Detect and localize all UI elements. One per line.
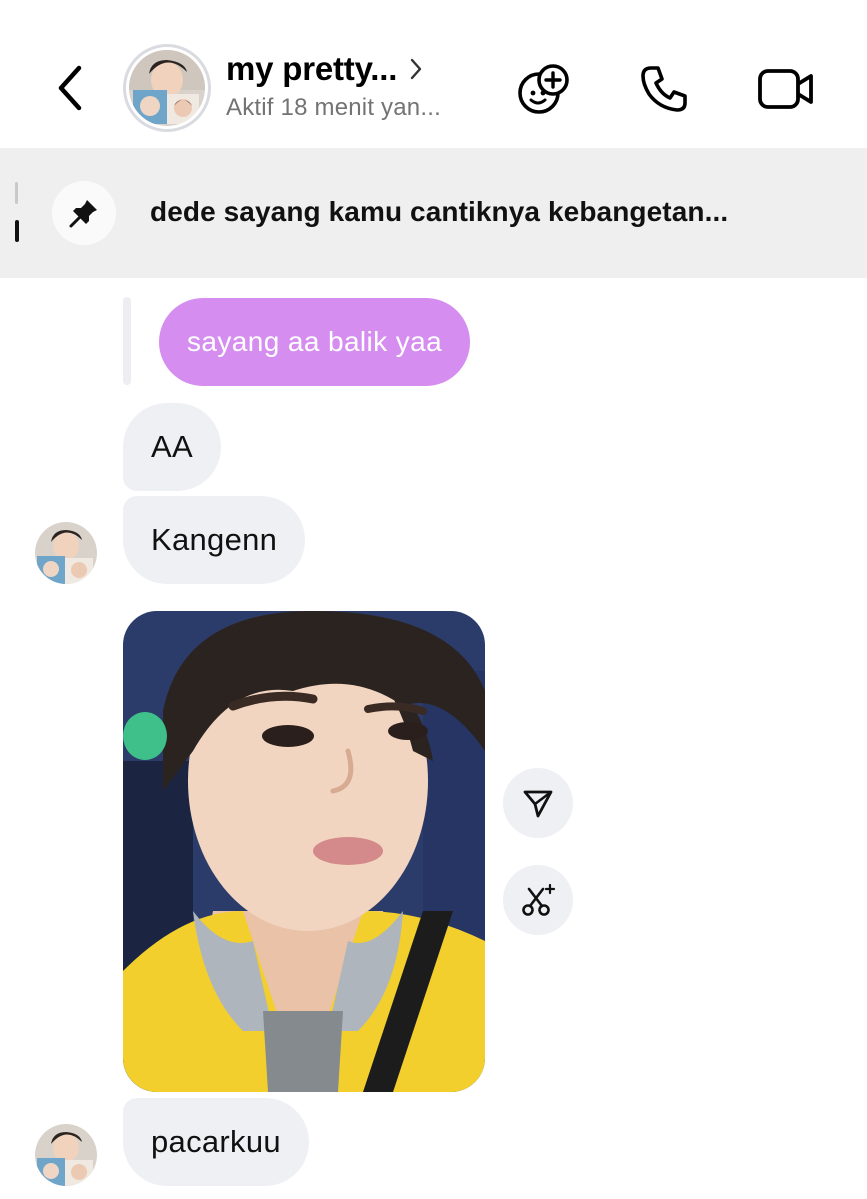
pinned-message-text: dede sayang kamu cantiknya kebangetan... [150, 196, 729, 227]
cutout-icon [522, 883, 556, 916]
photo-image [123, 611, 485, 1092]
sender-avatar[interactable] [35, 522, 97, 584]
back-chevron-icon [58, 65, 82, 111]
contact-name-link[interactable]: my pretty... [226, 50, 496, 88]
share-photo-button[interactable] [503, 768, 573, 838]
message-bubble[interactable]: AA [123, 403, 221, 491]
sender-avatar[interactable] [35, 1124, 97, 1186]
video-call-button[interactable] [756, 60, 816, 118]
phone-icon [641, 66, 687, 112]
message-bubble[interactable]: Kangenn [123, 496, 306, 584]
add-sticker-icon [518, 64, 569, 114]
add-sticker-button[interactable] [514, 60, 574, 118]
photo-message[interactable] [123, 611, 485, 1092]
active-status: Aktif 18 menit yan... [226, 94, 441, 121]
reply-bubble[interactable]: sayang aa balik yaa [159, 298, 471, 386]
pinned-indicator-active [15, 220, 19, 242]
back-button[interactable] [48, 60, 92, 116]
pin-icon [52, 181, 116, 245]
chevron-right-icon [409, 57, 423, 81]
contact-avatar-image [129, 50, 205, 126]
contact-avatar[interactable] [123, 44, 211, 132]
chat-header: my pretty... Aktif 18 menit yan... [0, 0, 867, 148]
share-icon [523, 790, 553, 818]
create-sticker-button[interactable] [503, 865, 573, 935]
pinned-indicator-inactive [15, 182, 18, 204]
video-camera-icon [758, 69, 813, 109]
voice-call-button[interactable] [634, 60, 694, 118]
reply-indicator-line [123, 297, 131, 385]
message-bubble[interactable]: pacarkuu [123, 1098, 309, 1186]
contact-name: my pretty... [226, 50, 398, 87]
